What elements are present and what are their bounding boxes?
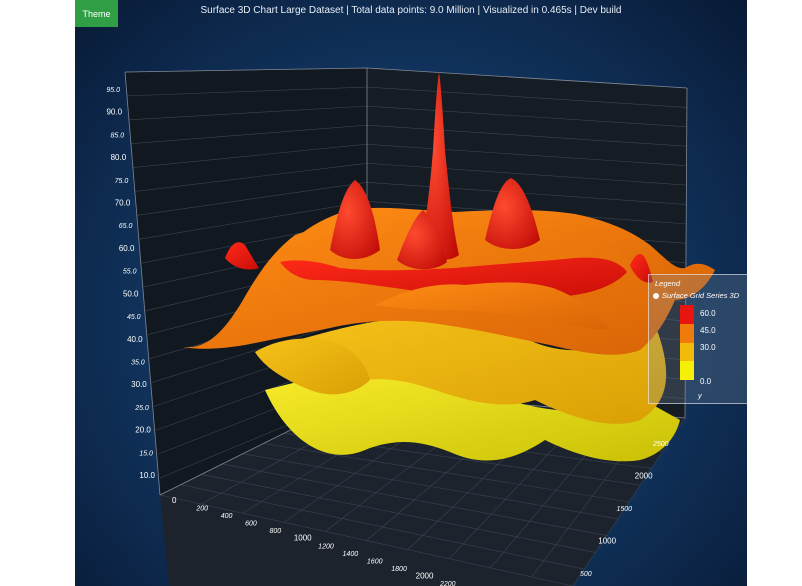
y-tick-label: 95.0 [106, 87, 120, 94]
legend-color-step [680, 323, 694, 343]
y-tick-label: 30.0 [131, 380, 147, 389]
x-tick-label: 200 [195, 506, 208, 513]
legend-step-label: 45.0 [700, 326, 716, 335]
x-tick-label: 400 [221, 513, 233, 520]
x-tick-label: 1800 [391, 566, 407, 573]
surface-plot[interactable]: 10.0 15.0 20.0 25.0 30.0 35.0 40.0 45.0 50.0 55.0… [75, 0, 747, 586]
y-tick-label: 55.0 [123, 269, 137, 276]
x-tick-label: 1200 [318, 543, 334, 550]
y-tick-label: 85.0 [110, 132, 124, 139]
y-tick-label: 50.0 [123, 289, 139, 298]
legend-step-label: 0.0 [700, 377, 712, 386]
legend-series-dot-icon [653, 292, 659, 299]
x-tick-label: 1000 [294, 534, 312, 543]
x-tick-label: 800 [269, 528, 281, 535]
y-tick-label: 40.0 [127, 335, 143, 344]
y-tick-label: 75.0 [115, 178, 129, 185]
y-tick-label: 20.0 [135, 426, 151, 435]
z-tick-label: 2500 [652, 441, 669, 448]
x-tick-label: 2000 [416, 571, 434, 580]
legend-step-label: 60.0 [700, 309, 716, 318]
x-tick-label: 600 [245, 521, 257, 528]
legend-entry[interactable]: Surface Grid Series 3D [653, 291, 739, 300]
y-tick-label: 15.0 [139, 450, 153, 457]
y-tick-label: 10.0 [139, 471, 155, 480]
theme-button[interactable]: Theme [75, 0, 118, 27]
y-tick-label: 90.0 [106, 108, 122, 117]
z-tick-label: 1500 [617, 506, 633, 513]
y-tick-label: 60.0 [119, 244, 135, 253]
legend-step-label: 30.0 [700, 343, 716, 352]
right-margin [747, 0, 802, 586]
y-tick-label: 70.0 [115, 199, 131, 208]
x-tick-label: 0 [172, 496, 177, 505]
legend-title: Legend [655, 279, 681, 288]
legend-series-name: Surface Grid Series 3D [662, 291, 740, 300]
y-tick-label: 80.0 [111, 153, 127, 162]
y-tick-label: 25.0 [134, 405, 149, 412]
chart-title: Surface 3D Chart Large Dataset | Total d… [200, 5, 622, 16]
left-margin [0, 0, 75, 586]
legend-unit: y [698, 391, 702, 400]
z-tick-label: 2000 [635, 472, 653, 481]
legend-color-step [680, 342, 694, 362]
legend-color-scale [680, 305, 694, 380]
legend-color-step [680, 305, 694, 324]
legend-color-step [680, 361, 694, 380]
x-tick-label: 1400 [343, 551, 359, 558]
x-tick-label: 1600 [367, 558, 383, 565]
y-tick-label: 45.0 [127, 314, 141, 321]
legend: Legend Surface Grid Series 3D 60.0 45.0 30… [648, 274, 747, 404]
z-tick-label: 500 [580, 571, 592, 578]
z-tick-label: 1000 [598, 537, 616, 546]
y-tick-label: 35.0 [131, 359, 145, 366]
y-tick-label: 65.0 [119, 223, 133, 230]
chart-area[interactable]: Theme Surface 3D Chart Large Dataset | T… [75, 0, 747, 586]
x-tick-label: 2200 [439, 581, 456, 586]
